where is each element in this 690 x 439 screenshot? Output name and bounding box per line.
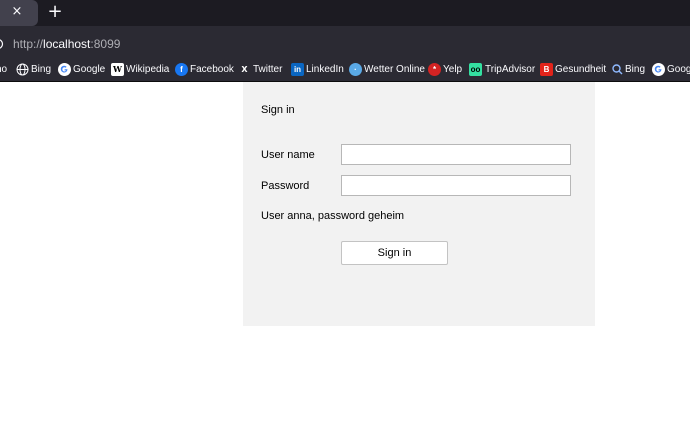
bookmark-gesundheit[interactable]: Gesundheit: [555, 63, 606, 77]
url-scheme: http://: [13, 37, 44, 51]
bookmark-google-2[interactable]: Goog: [667, 63, 690, 77]
password-label: Password: [261, 180, 310, 192]
google-icon: [58, 63, 71, 76]
gesundheit-icon: B: [540, 63, 553, 76]
yelp-icon: *: [428, 63, 441, 76]
globe-icon: [16, 63, 29, 76]
password-input[interactable]: [341, 175, 571, 196]
bookmark-wikipedia[interactable]: Wikipedia: [126, 63, 169, 77]
bookmark-wetter-online[interactable]: Wetter Online: [364, 63, 425, 77]
bookmark-tripadvisor[interactable]: TripAdvisor: [485, 63, 535, 77]
facebook-icon: f: [175, 63, 188, 76]
signin-panel: [243, 82, 595, 326]
bookmark-truncated[interactable]: no: [0, 63, 7, 77]
credentials-hint: User anna, password geheim: [261, 210, 405, 222]
wetter-online-icon: ·: [349, 63, 362, 76]
active-tab[interactable]: ×: [0, 0, 38, 26]
url-host: localhost: [43, 37, 91, 51]
bookmark-twitter[interactable]: Twitter: [253, 63, 282, 77]
bookmark-facebook[interactable]: Facebook: [190, 63, 234, 77]
url-text[interactable]: http://localhost:8099: [13, 37, 120, 51]
tripadvisor-icon: oo: [469, 63, 482, 76]
wikipedia-icon: W: [111, 63, 124, 76]
bookmarks-bar: no Bing Google W Wikipedia f Facebook X …: [0, 58, 690, 82]
close-tab-icon[interactable]: ×: [10, 4, 24, 20]
bookmark-google[interactable]: Google: [73, 63, 105, 77]
bookmark-bing[interactable]: Bing: [31, 63, 51, 77]
bookmark-yelp[interactable]: Yelp: [443, 63, 462, 77]
info-icon[interactable]: [0, 38, 4, 50]
bookmark-linkedin[interactable]: LinkedIn: [306, 63, 344, 77]
signin-button[interactable]: Sign in: [341, 241, 448, 265]
x-icon: X: [241, 65, 248, 74]
linkedin-icon: in: [291, 63, 304, 76]
new-tab-icon[interactable]: +: [46, 2, 64, 22]
search-icon: [612, 64, 623, 75]
username-input[interactable]: [341, 144, 571, 165]
bookmark-bing-search[interactable]: Bing: [625, 63, 645, 77]
tab-strip: × +: [0, 0, 690, 26]
signin-title: Sign in: [261, 104, 295, 116]
google-icon: [652, 63, 665, 76]
url-port: :8099: [90, 37, 121, 51]
username-label: User name: [261, 149, 315, 161]
